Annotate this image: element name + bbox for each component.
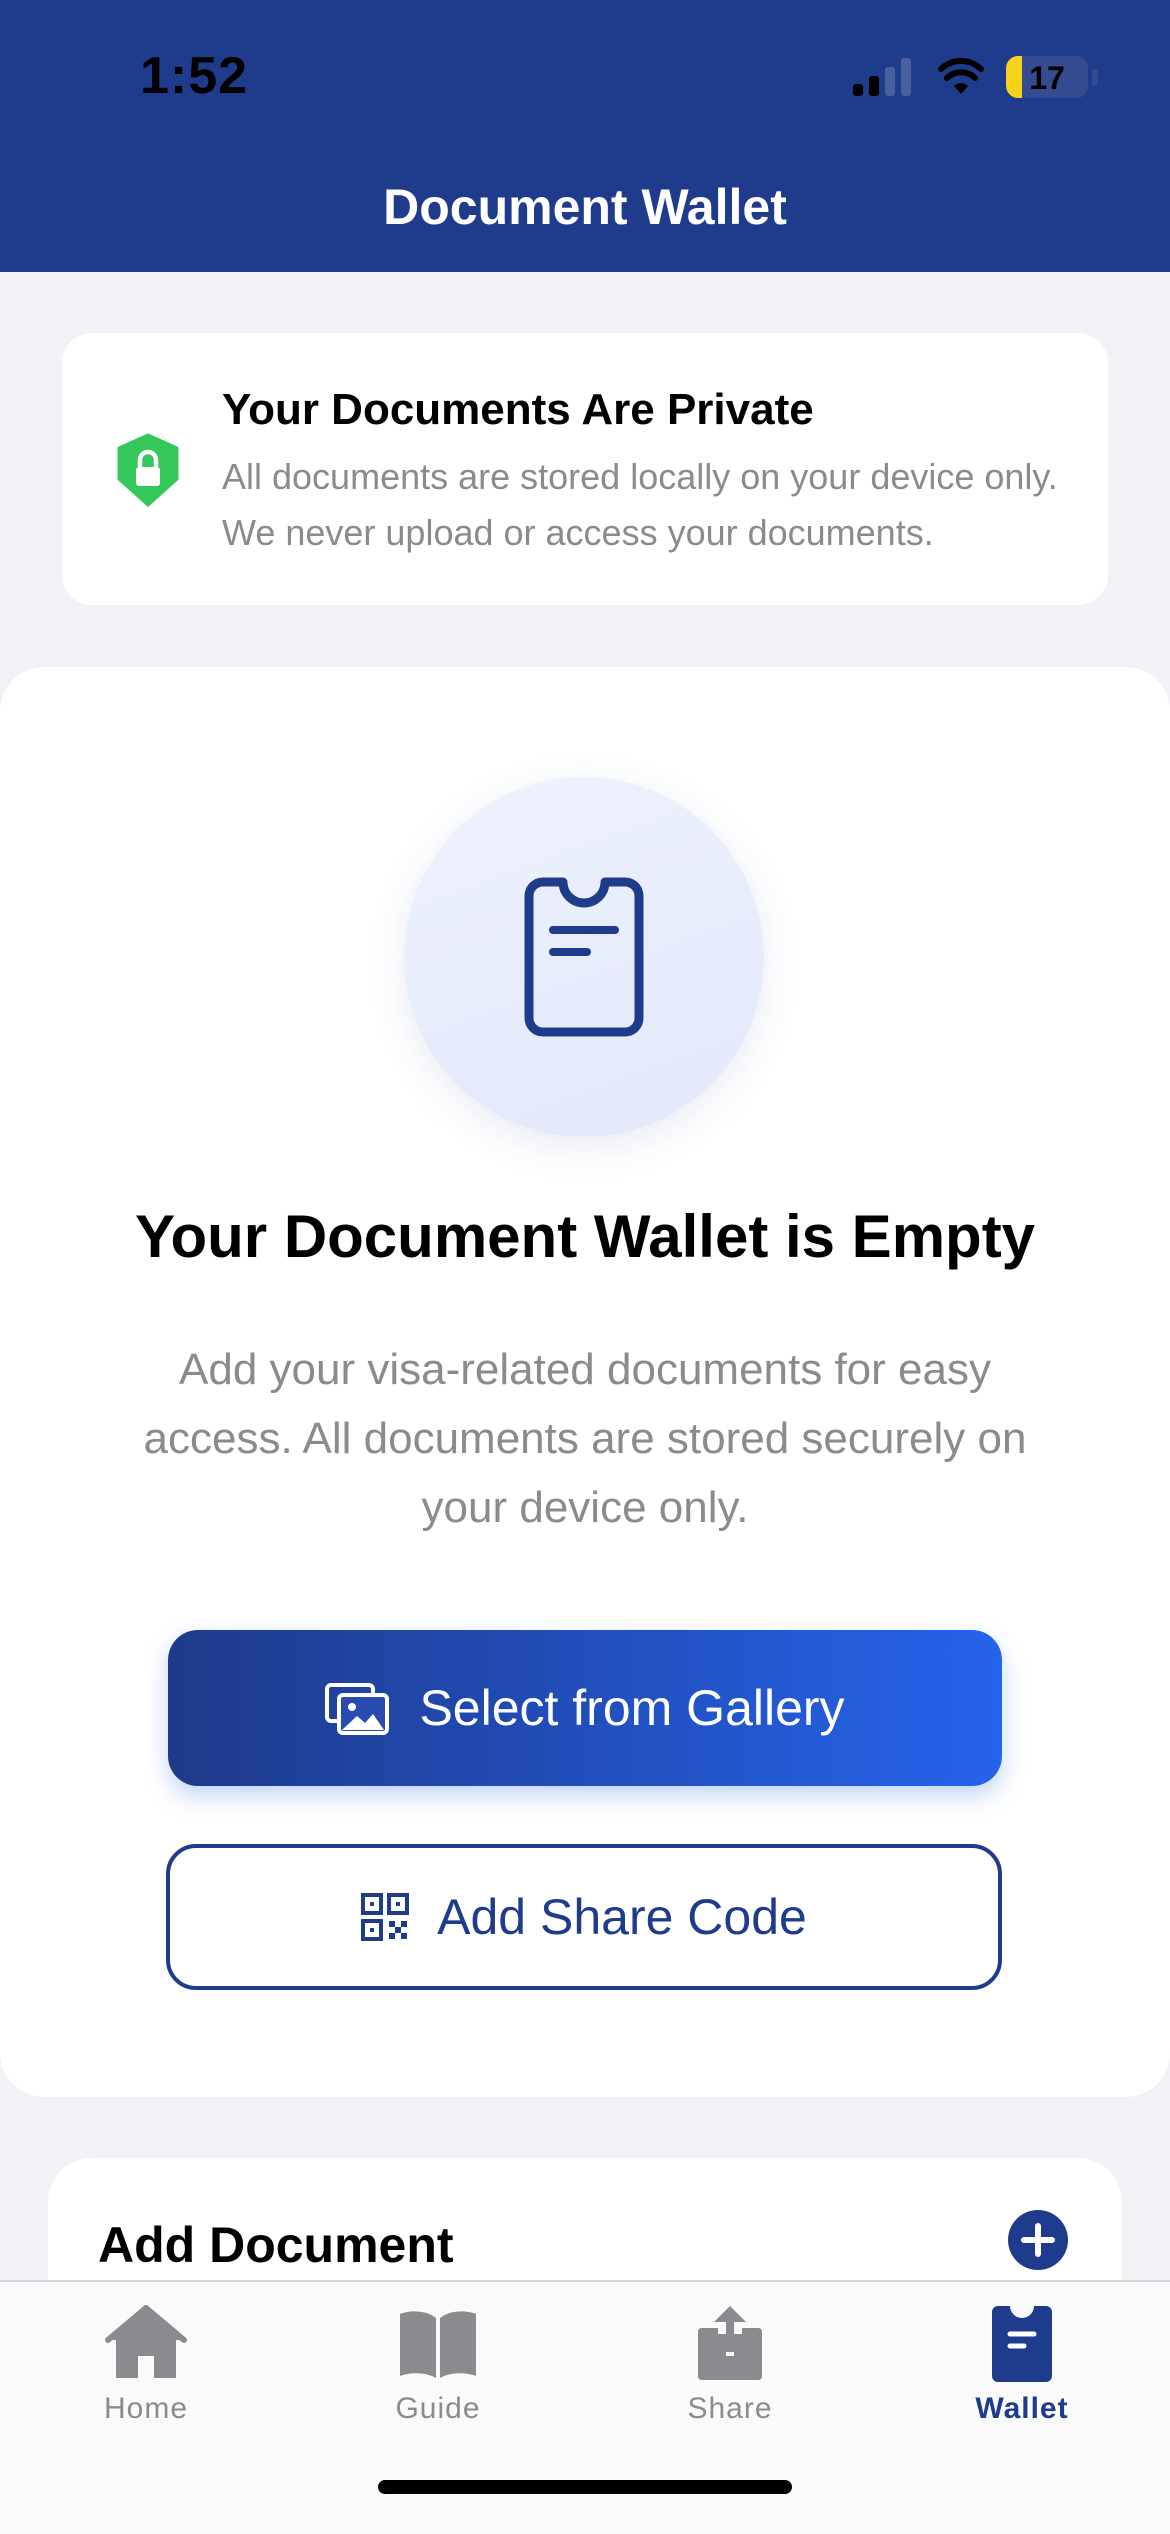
battery-icon: 17: [1006, 56, 1088, 98]
shield-lock-icon: [117, 433, 179, 507]
empty-wallet-card: Your Document Wallet is Empty Add your v…: [0, 667, 1170, 2097]
document-illustration: [404, 777, 764, 1137]
privacy-text: All documents are stored locally on your…: [222, 456, 1058, 553]
empty-state-title: Your Document Wallet is Empty: [134, 1203, 1036, 1270]
qr-code-icon: [361, 1893, 410, 1941]
tab-bar: Home Guide Share Wallet: [0, 2280, 1170, 2534]
tab-share[interactable]: Share: [584, 2282, 876, 2452]
tab-share-label: Share: [687, 2392, 773, 2425]
tab-home-label: Home: [103, 2392, 189, 2425]
document-icon: [524, 877, 644, 1037]
gallery-icon: [325, 1683, 390, 1735]
status-time: 1:52: [140, 47, 249, 105]
home-indicator[interactable]: [378, 2480, 792, 2494]
select-from-gallery-label: Select from Gallery: [419, 1680, 845, 1736]
add-document-button[interactable]: [1008, 2210, 1068, 2270]
battery-tip: [1092, 69, 1098, 85]
share-icon: [698, 2306, 762, 2380]
empty-state-description: Add your visa-related documents for easy…: [143, 1345, 1027, 1532]
book-icon: [400, 2311, 476, 2378]
privacy-notice-card: Your Documents Are Private All documents…: [62, 333, 1108, 605]
add-document-title: Add Document: [98, 2217, 454, 2273]
select-from-gallery-button[interactable]: Select from Gallery: [168, 1630, 1002, 1786]
tab-guide[interactable]: Guide: [292, 2282, 584, 2452]
app-header: 1:52 17 Document Wallet: [0, 0, 1170, 272]
wallet-icon: [992, 2306, 1052, 2382]
add-share-code-label: Add Share Code: [437, 1889, 807, 1945]
wifi-icon: [938, 58, 984, 94]
tab-wallet-label: Wallet: [975, 2392, 1069, 2425]
tab-wallet[interactable]: Wallet: [876, 2282, 1168, 2452]
cellular-signal-icon: [853, 58, 913, 96]
page-title: Document Wallet: [383, 179, 787, 235]
add-share-code-button[interactable]: Add Share Code: [166, 1844, 1002, 1990]
battery-level: 17: [1029, 60, 1065, 96]
plus-icon: [1021, 2223, 1055, 2257]
home-icon: [105, 2305, 187, 2378]
tab-home[interactable]: Home: [0, 2282, 292, 2452]
tab-guide-label: Guide: [395, 2392, 481, 2425]
privacy-title: Your Documents Are Private: [222, 385, 814, 434]
